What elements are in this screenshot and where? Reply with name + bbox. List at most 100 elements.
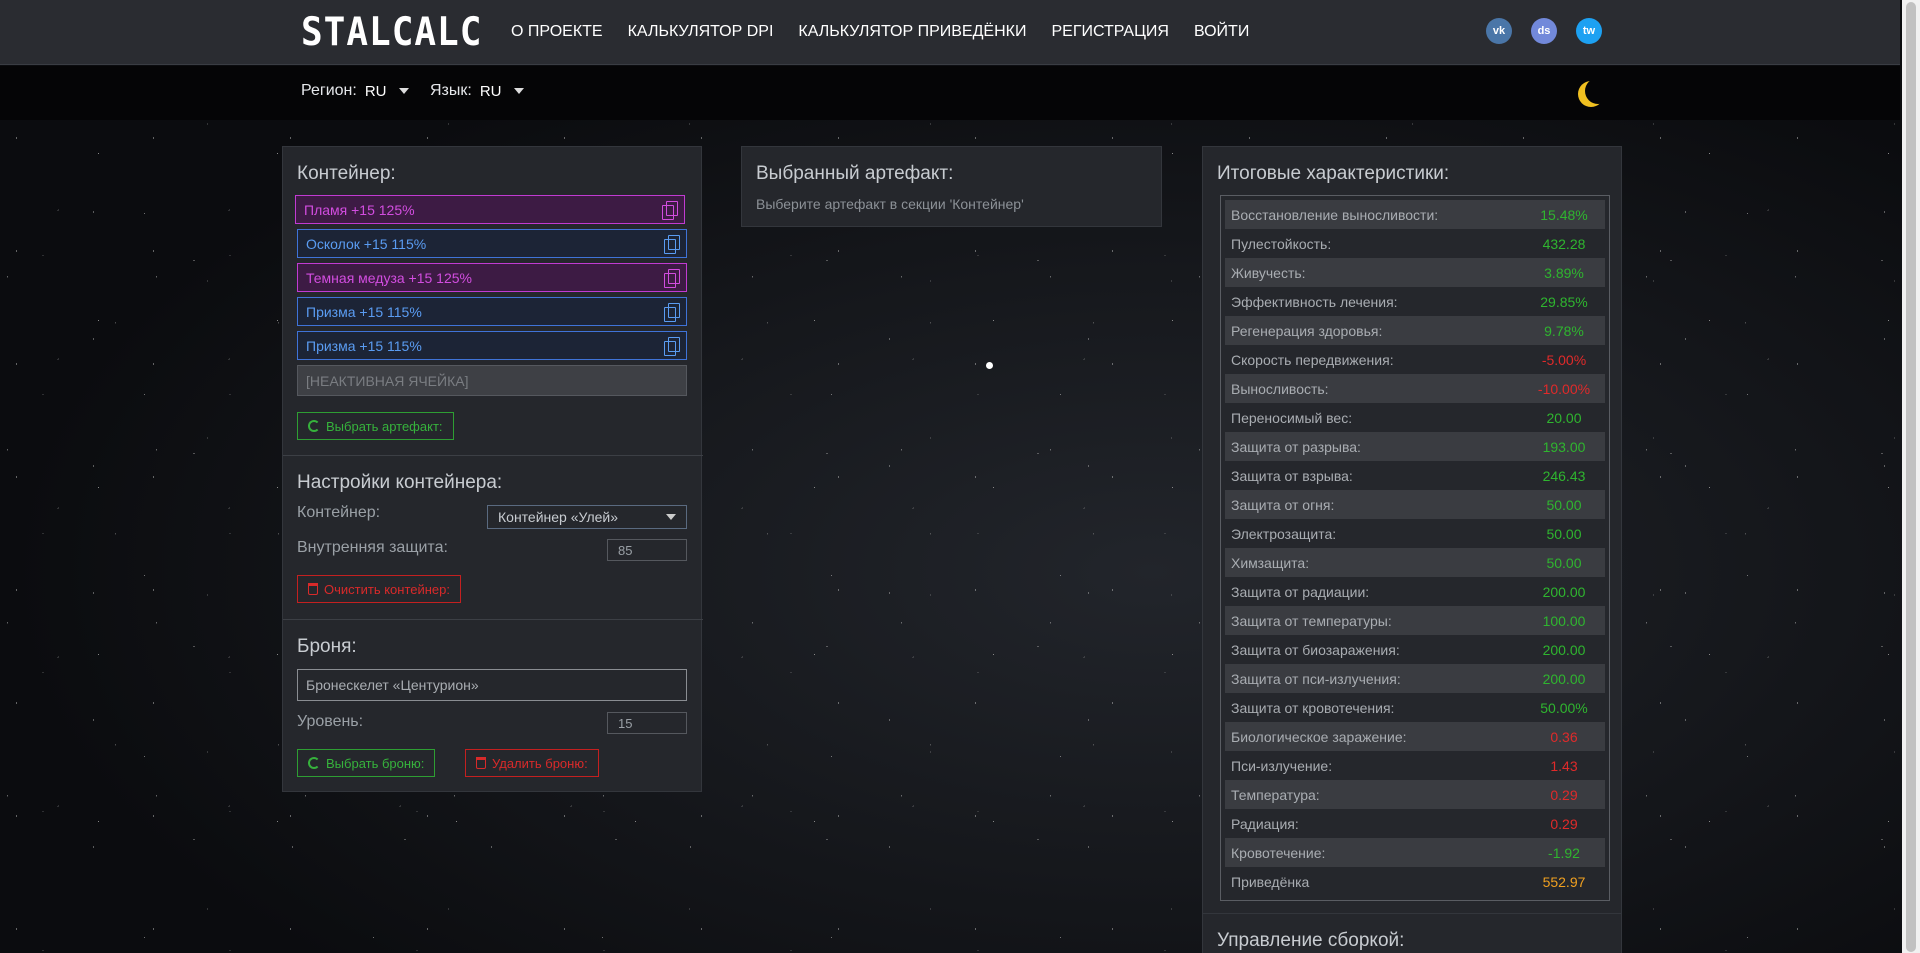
stat-name: Защита от температуры: [1231,612,1392,629]
stat-name: Восстановление выносливости: [1231,206,1439,223]
nav-reduced-calculator[interactable]: КАЛЬКУЛЯТОР ПРИВЕДЁНКИ [798,23,1026,41]
stats-title: Итоговые характеристики: [1217,163,1450,184]
choose-armor-label: Выбрать броню: [326,755,425,771]
artifact-slot-3[interactable]: Темная медуза +15 125% [297,263,687,292]
choose-artifact-label: Выбрать артефакт: [326,418,443,434]
chevron-down-icon [513,88,524,94]
twitter-icon[interactable]: tw [1576,18,1602,44]
site-logo[interactable]: STALCALC [301,10,482,55]
artifact-slot-label: Призма +15 115% [306,303,422,320]
stat-row: Защита от кровотечения: 50.00% [1225,693,1605,722]
stat-row: Биологическое заражение: 0.36 [1225,722,1605,751]
copy-icon[interactable] [664,336,680,356]
discord-icon[interactable]: ds [1531,18,1557,44]
choose-artifact-button[interactable]: Выбрать артефакт: [297,412,454,440]
stat-name: Защита от разрыва: [1231,438,1361,455]
artifact-slot-2[interactable]: Осколок +15 115% [297,229,687,258]
region-value[interactable]: RU [365,83,387,100]
stat-row: Температура: 0.29 [1225,780,1605,809]
stat-name: Температура: [1231,786,1320,803]
stat-name: Биологическое заражение: [1231,728,1407,745]
clear-container-button[interactable]: Очистить контейнер: [297,575,461,603]
stat-name: Скорость передвижения: [1231,351,1394,368]
stat-row: Переносимый вес: 20.00 [1225,403,1605,432]
stat-value: 552.97 [1542,873,1586,890]
stat-value: 9.78% [1544,322,1584,339]
stat-row: Эффективность лечения: 29.85% [1225,287,1605,316]
stat-value: 246.43 [1542,467,1586,484]
inner-protection-input[interactable]: 85 [607,539,687,561]
stat-value: 1.43 [1550,757,1578,774]
region-label: Регион: [301,82,357,99]
stats-panel: Итоговые характеристики: Восстановление … [1202,146,1622,916]
selected-artifact-panel: Выбранный артефакт: Выберите артефакт в … [741,146,1162,227]
moon-icon[interactable] [1585,78,1611,104]
selected-artifact-title: Выбранный артефакт: [756,163,954,184]
stat-name: Эффективность лечения: [1231,293,1398,310]
container-settings-title: Настройки контейнера: [297,472,503,493]
stat-row: Защита от биозаражения: 200.00 [1225,635,1605,664]
stat-value: 193.00 [1542,438,1586,455]
vk-icon[interactable]: vk [1486,18,1512,44]
armor-level-input[interactable]: 15 [607,712,687,734]
stat-row: Радиация: 0.29 [1225,809,1605,838]
nav-links: О ПРОЕКТЕ КАЛЬКУЛЯТОР DPI КАЛЬКУЛЯТОР ПР… [511,23,1274,41]
stat-value: 100.00 [1542,612,1586,629]
stat-name: Переносимый вес: [1231,409,1353,426]
stat-row: Защита от радиации: 200.00 [1225,577,1605,606]
stat-name: Пси-излучение: [1231,757,1333,774]
top-navbar: STALCALC О ПРОЕКТЕ КАЛЬКУЛЯТОР DPI КАЛЬК… [0,0,1900,65]
inner-protection-label: Внутренняя защита: [297,539,448,556]
stat-value: 0.29 [1550,786,1578,803]
armor-input[interactable]: Бронескелет «Центурион» [297,669,687,701]
stat-name: Защита от радиации: [1231,583,1370,600]
page-scrollbar[interactable] [1902,0,1920,953]
stat-row: Живучесть: 3.89% [1225,258,1605,287]
container-panel: Контейнер: Пламя +15 125% Осколок +15 11… [282,146,703,792]
stat-row: Защита от температуры: 100.00 [1225,606,1605,635]
stat-value: 50.00 [1546,496,1582,513]
nav-register[interactable]: РЕГИСТРАЦИЯ [1051,23,1168,41]
section-divider [283,619,703,620]
stat-name: Живучесть: [1231,264,1306,281]
nav-dpi-calculator[interactable]: КАЛЬКУЛЯТОР DPI [628,23,774,41]
copy-icon[interactable] [664,234,680,254]
refresh-icon [308,757,320,769]
stat-row: Пси-излучение: 1.43 [1225,751,1605,780]
delete-armor-button[interactable]: Удалить броню: [465,749,599,777]
stat-value: -5.00% [1541,351,1587,368]
scrollbar-thumb[interactable] [1906,2,1916,952]
artifact-slot-4[interactable]: Призма +15 115% [297,297,687,326]
choose-armor-button[interactable]: Выбрать броню: [297,749,436,777]
stat-name: Электрозащита: [1231,525,1337,542]
stat-row: Защита от разрыва: 193.00 [1225,432,1605,461]
stat-name: Регенерация здоровья: [1231,322,1383,339]
stat-name: Приведёнка [1231,873,1310,890]
nav-about[interactable]: О ПРОЕКТЕ [511,23,603,41]
stat-row: Скорость передвижения: -5.00% [1225,345,1605,374]
artifact-slot-5[interactable]: Призма +15 115% [297,331,687,360]
artifact-slot-inactive: [НЕАКТИВНАЯ ЯЧЕЙКА] [297,365,687,396]
copy-icon[interactable] [662,200,678,220]
stat-value: -10.00% [1537,380,1591,397]
container-select[interactable]: Контейнер «Улей» [487,505,687,529]
stat-value: 50.00 [1546,525,1582,542]
stat-value: 0.29 [1550,815,1578,832]
nav-login[interactable]: ВОЙТИ [1194,23,1249,41]
delete-armor-label: Удалить броню: [492,755,588,771]
language-value[interactable]: RU [480,83,502,100]
stat-row: Защита от пси-излучения: 200.00 [1225,664,1605,693]
language-selector[interactable]: Язык: RU [430,82,524,100]
stat-value: 29.85% [1540,293,1588,310]
armor-level-label: Уровень: [297,713,364,730]
stat-row: Защита от взрыва: 246.43 [1225,461,1605,490]
artifact-slot-1[interactable]: Пламя +15 125% [295,195,685,224]
stat-name: Защита от пси-излучения: [1231,670,1401,687]
copy-icon[interactable] [664,268,680,288]
region-selector[interactable]: Регион: RU [301,82,409,100]
stat-value: 200.00 [1542,641,1586,658]
copy-icon[interactable] [664,302,680,322]
trash-icon [476,757,486,769]
stat-value: -1.92 [1548,844,1580,861]
language-label: Язык: [430,82,472,99]
